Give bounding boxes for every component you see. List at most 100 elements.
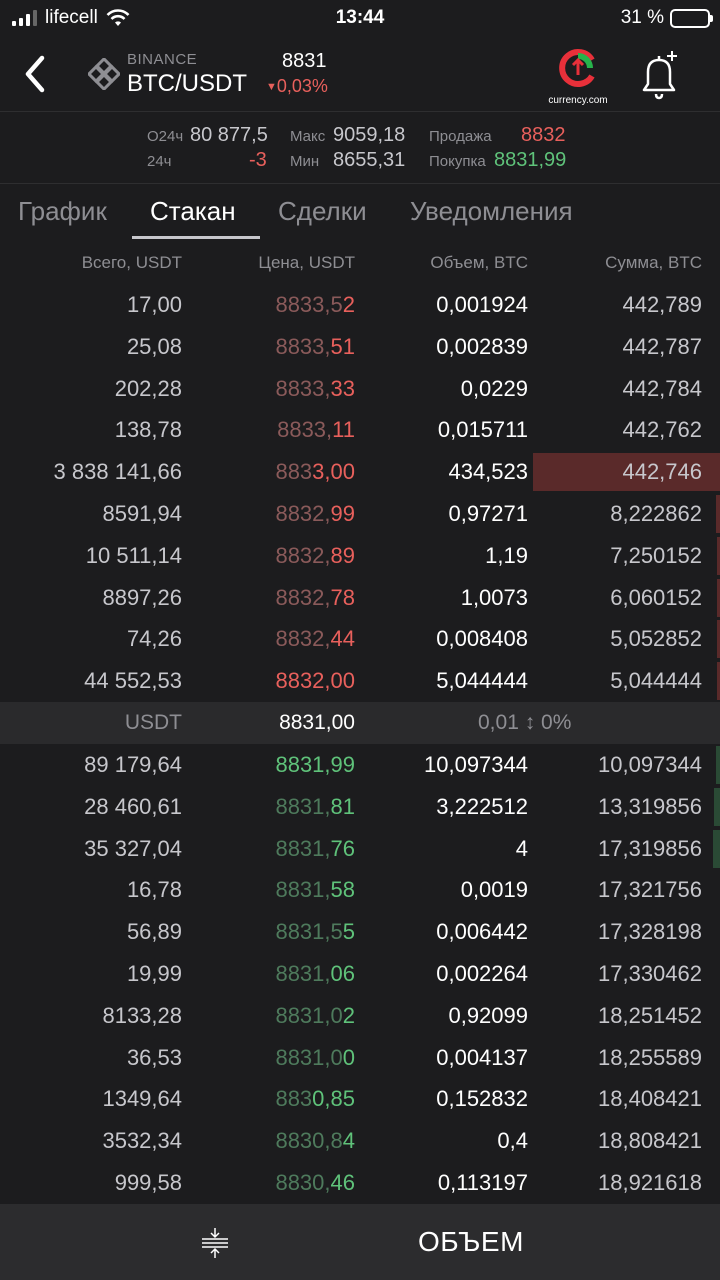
- tab-order-book[interactable]: Стакан: [150, 196, 236, 227]
- cell-sum: 13,319856: [598, 793, 702, 819]
- price-suffix: 89: [330, 542, 355, 568]
- cell-price: 8830,85: [275, 1086, 355, 1112]
- active-tab-indicator: [132, 236, 260, 239]
- price-prefix: 8833,: [275, 375, 331, 401]
- mid-price: 8831,00: [279, 710, 355, 734]
- price-suffix: 76: [330, 835, 355, 861]
- asks-list: 17,00 8833,52 0,001924 442,789 25,08 8833,51 0…: [0, 284, 720, 702]
- price-prefix: 8831,: [275, 877, 331, 903]
- price-prefix: 8831,0: [275, 1044, 343, 1070]
- cell-price: 8832,78: [275, 585, 355, 611]
- cell-price: 8833,00: [275, 459, 355, 485]
- cell-volume: 3,222512: [436, 793, 528, 819]
- bid-row[interactable]: 999,58 8830,46 0,113197 18,921618: [0, 1161, 720, 1204]
- price-suffix: 44: [330, 626, 355, 652]
- bids-list: 89 179,64 8831,99 10,097344 10,097344 28 460…: [0, 743, 720, 1204]
- ask-row[interactable]: 8591,94 8832,99 0,97271 8,222862: [0, 492, 720, 535]
- ask-row[interactable]: 138,78 8833,11 0,015711 442,762: [0, 409, 720, 452]
- cell-total: 56,89: [126, 919, 182, 945]
- cell-volume: 0,113197: [437, 1169, 528, 1195]
- bid-row[interactable]: 3532,34 8830,84 0,4 18,808421: [0, 1120, 720, 1162]
- tab-alerts[interactable]: Уведомления: [410, 196, 573, 227]
- ask-row[interactable]: 3 838 141,66 8833,00 434,523 442,746: [0, 451, 720, 493]
- bid-row[interactable]: 19,99 8831,06 0,002264 17,330462: [0, 952, 720, 995]
- cell-price: 8832,00: [275, 668, 355, 694]
- price-prefix: 8831,5: [275, 919, 343, 945]
- cell-price: 8832,89: [275, 543, 355, 569]
- change-24h-label: 24ч: [147, 153, 172, 170]
- price-suffix: 58: [330, 877, 355, 903]
- cell-price: 8831,99: [275, 752, 355, 778]
- ask-row[interactable]: 25,08 8833,51 0,002839 442,787: [0, 325, 720, 368]
- back-chevron-icon[interactable]: [18, 52, 58, 96]
- cell-sum: 10,097344: [598, 751, 702, 777]
- ask-row[interactable]: 44 552,53 8832,00 5,044444 5,044444: [0, 660, 720, 702]
- spread-row: USDT 8831,00 0,01 ↕ 0%: [0, 701, 720, 744]
- cell-total: 25,08: [126, 333, 182, 359]
- cell-total: 28 460,61: [84, 793, 182, 819]
- bid-row[interactable]: 1349,64 8830,85 0,152832 18,408421: [0, 1078, 720, 1121]
- cell-price: 8831,81: [275, 794, 355, 820]
- cell-volume: 0,001924: [436, 292, 528, 317]
- cell-sum: 17,330462: [598, 960, 702, 986]
- change-24h-value: -3: [249, 149, 267, 171]
- bid-row[interactable]: 8133,28 8831,02 0,92099 18,251452: [0, 994, 720, 1037]
- price-suffix: 99: [330, 500, 355, 526]
- cell-total: 44 552,53: [84, 668, 182, 694]
- cell-total: 8897,26: [102, 584, 182, 610]
- price-suffix: 81: [330, 793, 355, 819]
- ask-row[interactable]: 8897,26 8832,78 1,0073 6,060152: [0, 576, 720, 619]
- ask-row[interactable]: 17,00 8833,52 0,001924 442,789: [0, 284, 720, 326]
- price-prefix: 8833,5: [275, 292, 343, 317]
- bid-row[interactable]: 36,53 8831,00 0,004137 18,255589: [0, 1036, 720, 1079]
- bid-row[interactable]: 89 179,64 8831,99 10,097344 10,097344: [0, 743, 720, 786]
- bid-row[interactable]: 56,89 8831,55 0,006442 17,328198: [0, 911, 720, 953]
- add-alert-bell-icon[interactable]: [636, 48, 684, 102]
- ask-row[interactable]: 74,26 8832,44 0,008408 5,052852: [0, 618, 720, 661]
- spread-value: 0,01 ↕ 0%: [478, 710, 572, 734]
- cell-price: 8832,99: [275, 501, 355, 527]
- tab-bar: График Стакан Сделки Уведомления: [0, 184, 720, 240]
- bid-row[interactable]: 35 327,04 8831,76 4 17,319856: [0, 827, 720, 870]
- price-change-value: 0,03%: [276, 76, 328, 96]
- ask-row[interactable]: 202,28 8833,33 0,0229 442,784: [0, 367, 720, 410]
- cell-total: 999,58: [114, 1169, 182, 1195]
- price-suffix: 06: [330, 960, 355, 986]
- tab-trades[interactable]: Сделки: [278, 196, 367, 227]
- cell-sum: 17,321756: [598, 877, 702, 903]
- price-suffix: 8832,00: [275, 668, 355, 694]
- cell-total: 16,78: [126, 877, 182, 903]
- column-volume: Объем, BTC: [430, 253, 528, 272]
- price-suffix: 0,85: [312, 1086, 355, 1112]
- cell-price: 8833,11: [277, 417, 355, 443]
- cell-price: 8833,33: [275, 376, 355, 402]
- price-prefix: 883: [275, 1086, 313, 1112]
- binance-logo-icon: [88, 58, 120, 90]
- cell-price: 8830,84: [275, 1128, 355, 1154]
- price-suffix: 2: [342, 1002, 355, 1028]
- bid-row[interactable]: 28 460,61 8831,81 3,222512 13,319856: [0, 785, 720, 828]
- status-bar: lifecell 13:44 31 %: [0, 0, 720, 38]
- pair-header: BINANCE BTC/USDT 8831 ▼0,03% currency.co…: [0, 38, 720, 112]
- cell-volume: 0,004137: [436, 1044, 528, 1070]
- min-value: 8655,31: [333, 149, 406, 171]
- spread-toggle-icon[interactable]: [198, 1226, 232, 1260]
- down-triangle-icon: ▼: [266, 81, 277, 93]
- cell-total: 138,78: [114, 417, 182, 443]
- price-prefix: 8831,: [275, 960, 331, 986]
- price-prefix: 8831,0: [275, 1002, 343, 1028]
- volume-mode-button[interactable]: ОБЪЕМ: [418, 1226, 524, 1258]
- cell-volume: 0,006442: [436, 919, 528, 945]
- ask-row[interactable]: 10 511,14 8832,89 1,19 7,250152: [0, 534, 720, 577]
- price-prefix: 8832,: [275, 584, 331, 610]
- price-change: ▼0,03%: [266, 76, 328, 97]
- bottom-bar: ОБЪЕМ: [0, 1204, 720, 1280]
- pair-title[interactable]: BTC/USDT: [127, 70, 247, 98]
- price-suffix: 2: [342, 292, 355, 317]
- cell-total: 1349,64: [102, 1086, 182, 1112]
- currency-com-logo[interactable]: currency.com: [538, 48, 618, 106]
- bid-row[interactable]: 16,78 8831,58 0,0019 17,321756: [0, 869, 720, 912]
- cell-total: 3 838 141,66: [53, 459, 182, 485]
- price-prefix: 8833,: [277, 417, 333, 443]
- tab-chart[interactable]: График: [18, 196, 107, 227]
